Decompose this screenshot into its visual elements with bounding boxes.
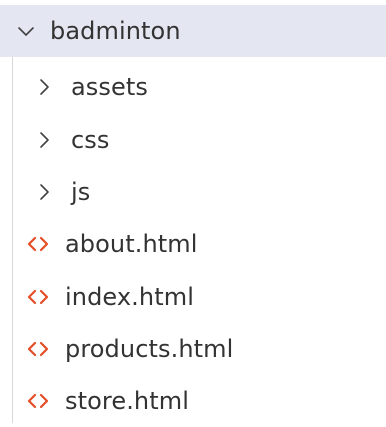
chevron-right-icon[interactable]	[36, 182, 52, 202]
file-explorer: badminton assets css js about.html index…	[0, 0, 386, 423]
file-index-html[interactable]: index.html	[0, 271, 386, 323]
folder-assets[interactable]: assets	[0, 61, 386, 113]
chevron-right-icon[interactable]	[36, 77, 52, 97]
chevron-down-icon[interactable]	[16, 21, 36, 41]
file-label: index.html	[65, 283, 194, 311]
folder-label: js	[71, 178, 91, 206]
file-label: about.html	[65, 230, 198, 258]
folder-label: css	[71, 126, 110, 154]
file-store-html[interactable]: store.html	[0, 375, 386, 427]
folder-badminton[interactable]: badminton	[0, 5, 386, 57]
file-about-html[interactable]: about.html	[0, 218, 386, 270]
folder-css[interactable]: css	[0, 114, 386, 166]
chevron-right-icon[interactable]	[36, 130, 52, 150]
file-products-html[interactable]: products.html	[0, 323, 386, 375]
folder-js[interactable]: js	[0, 166, 386, 218]
html-file-icon	[27, 391, 49, 411]
file-label: products.html	[65, 335, 234, 363]
html-file-icon	[27, 287, 49, 307]
html-file-icon	[27, 339, 49, 359]
folder-label: assets	[71, 73, 148, 101]
html-file-icon	[27, 234, 49, 254]
file-label: store.html	[65, 387, 189, 415]
folder-label: badminton	[50, 17, 181, 45]
